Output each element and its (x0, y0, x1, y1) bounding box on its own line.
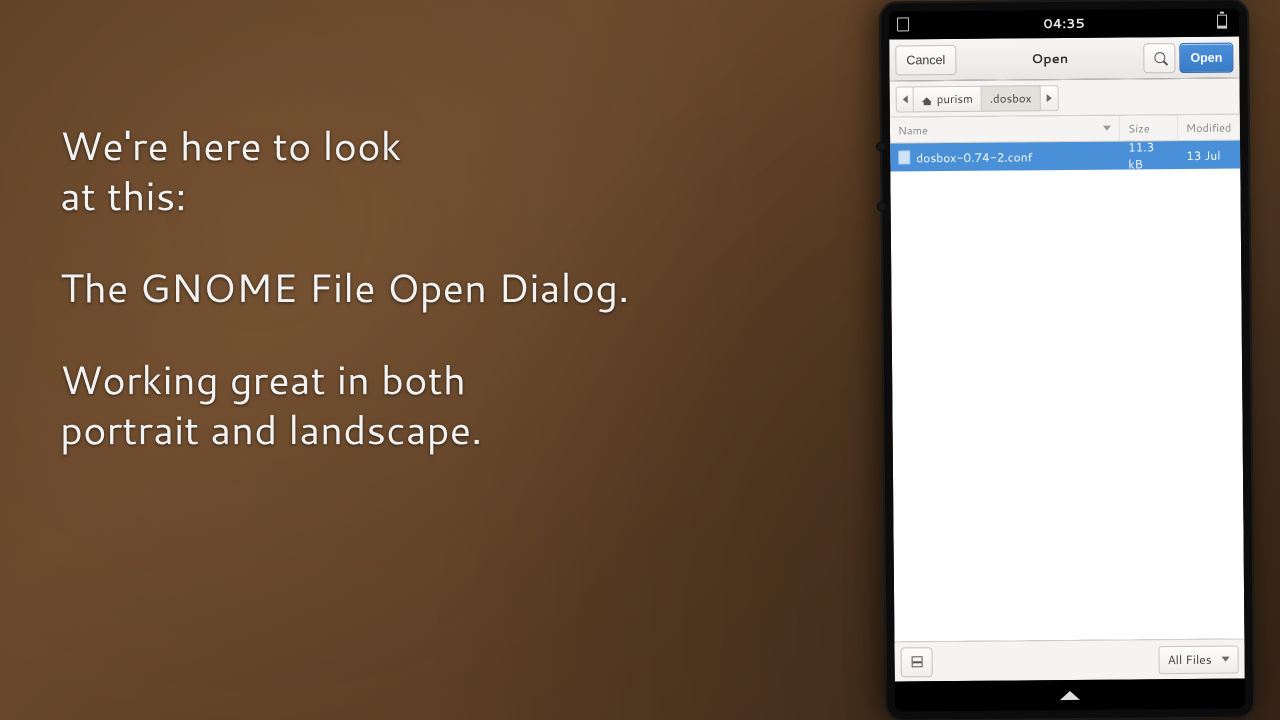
column-headers: Name Size Modified (890, 114, 1240, 143)
file-row[interactable]: dosbox-0.74-2.conf 11.3 kB 13 Jul (890, 140, 1240, 171)
nav-up-icon (1060, 690, 1080, 699)
file-size: 11.3 kB (1120, 140, 1178, 172)
search-button[interactable] (1143, 43, 1175, 73)
path-home-segment[interactable]: purism (914, 85, 982, 112)
path-bar: purism .dosbox (890, 78, 1240, 117)
column-header-modified[interactable]: Modified (1178, 114, 1240, 140)
caption-line: We're here to look (60, 116, 402, 173)
file-list[interactable]: dosbox-0.74-2.conf 11.3 kB 13 Jul (890, 140, 1244, 641)
search-icon (1154, 52, 1165, 63)
view-toggle-button[interactable] (900, 647, 932, 677)
column-header-name[interactable]: Name (890, 116, 1120, 143)
system-nav-bar[interactable] (895, 678, 1245, 711)
column-header-size[interactable]: Size (1120, 115, 1178, 141)
action-bar: All Files (894, 638, 1244, 681)
phone-screen: 04:35 Cancel Open Open purism .dosbox (889, 8, 1245, 711)
phone-device: 04:35 Cancel Open Open purism .dosbox (879, 0, 1255, 720)
open-button[interactable]: Open (1179, 42, 1233, 72)
caption-line: The GNOME File Open Dialog. (60, 258, 629, 315)
column-name-label: Name (898, 122, 928, 138)
battery-icon (1217, 15, 1231, 29)
dialog-headerbar: Cancel Open Open (889, 36, 1239, 81)
chevron-left-icon (902, 95, 907, 103)
file-filter-label: All Files (1167, 651, 1211, 668)
caption-line: portrait and landscape. (60, 400, 482, 457)
home-icon (922, 94, 933, 104)
path-folder-label: .dosbox (990, 89, 1032, 106)
view-grid-icon (911, 656, 922, 667)
dialog-title: Open (960, 49, 1139, 69)
path-home-label: purism (937, 90, 973, 107)
file-name: dosbox-0.74-2.conf (916, 148, 1032, 166)
status-app-icon (897, 17, 911, 31)
file-modified: 13 Jul (1178, 146, 1240, 164)
path-back-button[interactable] (896, 86, 914, 112)
status-time: 04:35 (1043, 15, 1084, 33)
sort-indicator-icon (1103, 126, 1111, 131)
file-filter-combo[interactable]: All Files (1158, 645, 1238, 674)
cancel-button[interactable]: Cancel (895, 44, 956, 75)
caption-line: at this: (60, 166, 187, 223)
path-folder-segment[interactable]: .dosbox (982, 85, 1041, 112)
caption-line: Working great in both (60, 350, 466, 407)
overlay-caption: We're here to look at this: The GNOME Fi… (60, 120, 629, 496)
status-bar: 04:35 (889, 8, 1239, 39)
path-forward-button[interactable] (1040, 85, 1058, 111)
file-icon (898, 150, 910, 164)
chevron-right-icon (1047, 94, 1052, 102)
chevron-down-icon (1222, 657, 1230, 662)
